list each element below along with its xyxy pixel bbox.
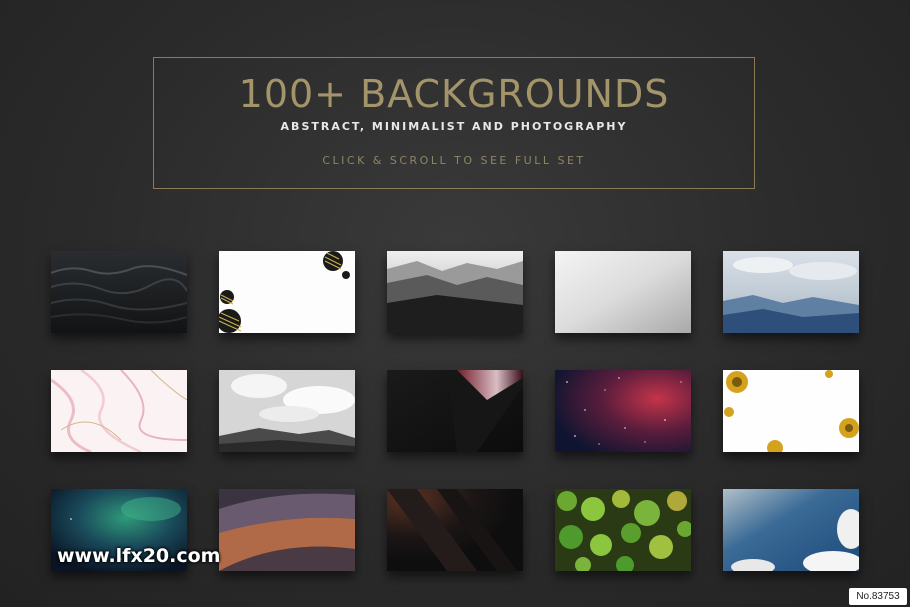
thumbnail-pink-marble[interactable] (51, 370, 187, 452)
thumbnail-golden-dandelions[interactable] (723, 370, 859, 452)
thumbnail-red-galaxy[interactable] (555, 370, 691, 452)
thumbnail-volcanic-hills[interactable] (219, 489, 355, 571)
thumbnail-dark-red-light-streak[interactable] (387, 370, 523, 452)
title-box: 100+ BACKGROUNDS ABSTRACT, MINIMALIST AN… (153, 57, 755, 189)
thumbnail-dark-orange-diagonals[interactable] (387, 489, 523, 571)
thumbnail-misty-mountains-bw[interactable] (387, 251, 523, 333)
headline: 100+ BACKGROUNDS (238, 72, 670, 116)
watermark: www.lfx20.com (57, 545, 221, 567)
thumbnail-blue-sky-clouds[interactable] (723, 489, 859, 571)
thumbnail-dark-ocean-waves[interactable] (51, 251, 187, 333)
subheadline: ABSTRACT, MINIMALIST AND PHOTOGRAPHY (280, 120, 628, 133)
thumbnail-mountain-sky-blue[interactable] (723, 251, 859, 333)
thumbnail-silver-gradient[interactable] (555, 251, 691, 333)
thumbnail-green-bubbles[interactable] (555, 489, 691, 571)
thumbnail-white-golden-spheres[interactable] (219, 251, 355, 333)
thumbnail-clouds-hills-bw[interactable] (219, 370, 355, 452)
call-to-action[interactable]: CLICK & SCROLL TO SEE FULL SET (154, 154, 754, 167)
id-badge: No.83753 (849, 588, 907, 605)
